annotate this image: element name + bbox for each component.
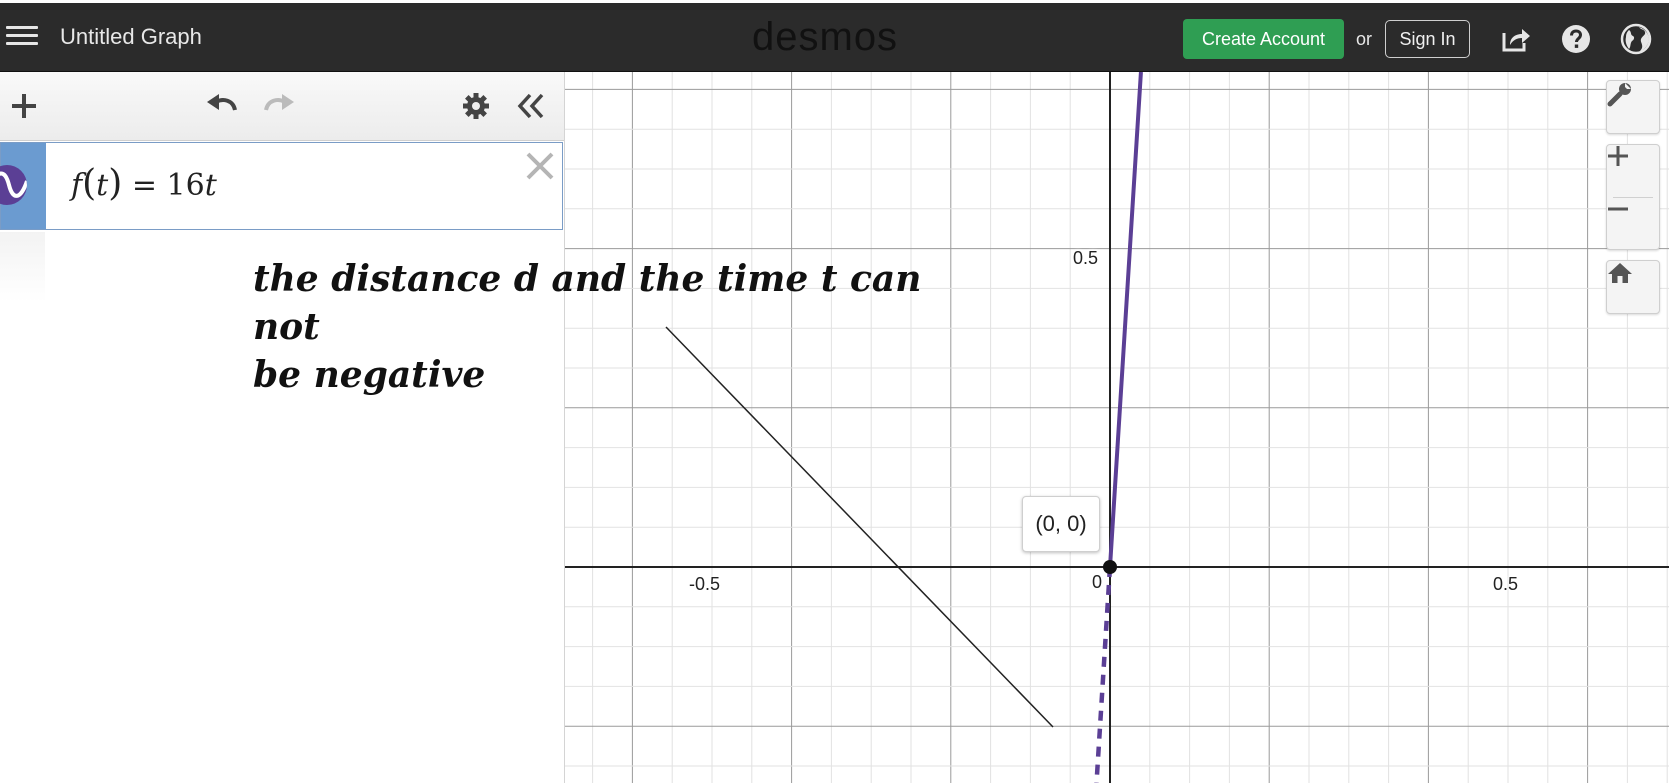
annotation-text: the distance d and the time t can not be… xyxy=(253,255,933,399)
annotation-line-2: be negative xyxy=(253,354,486,396)
annotation-line-1: the distance d and the time t can not xyxy=(253,258,922,348)
